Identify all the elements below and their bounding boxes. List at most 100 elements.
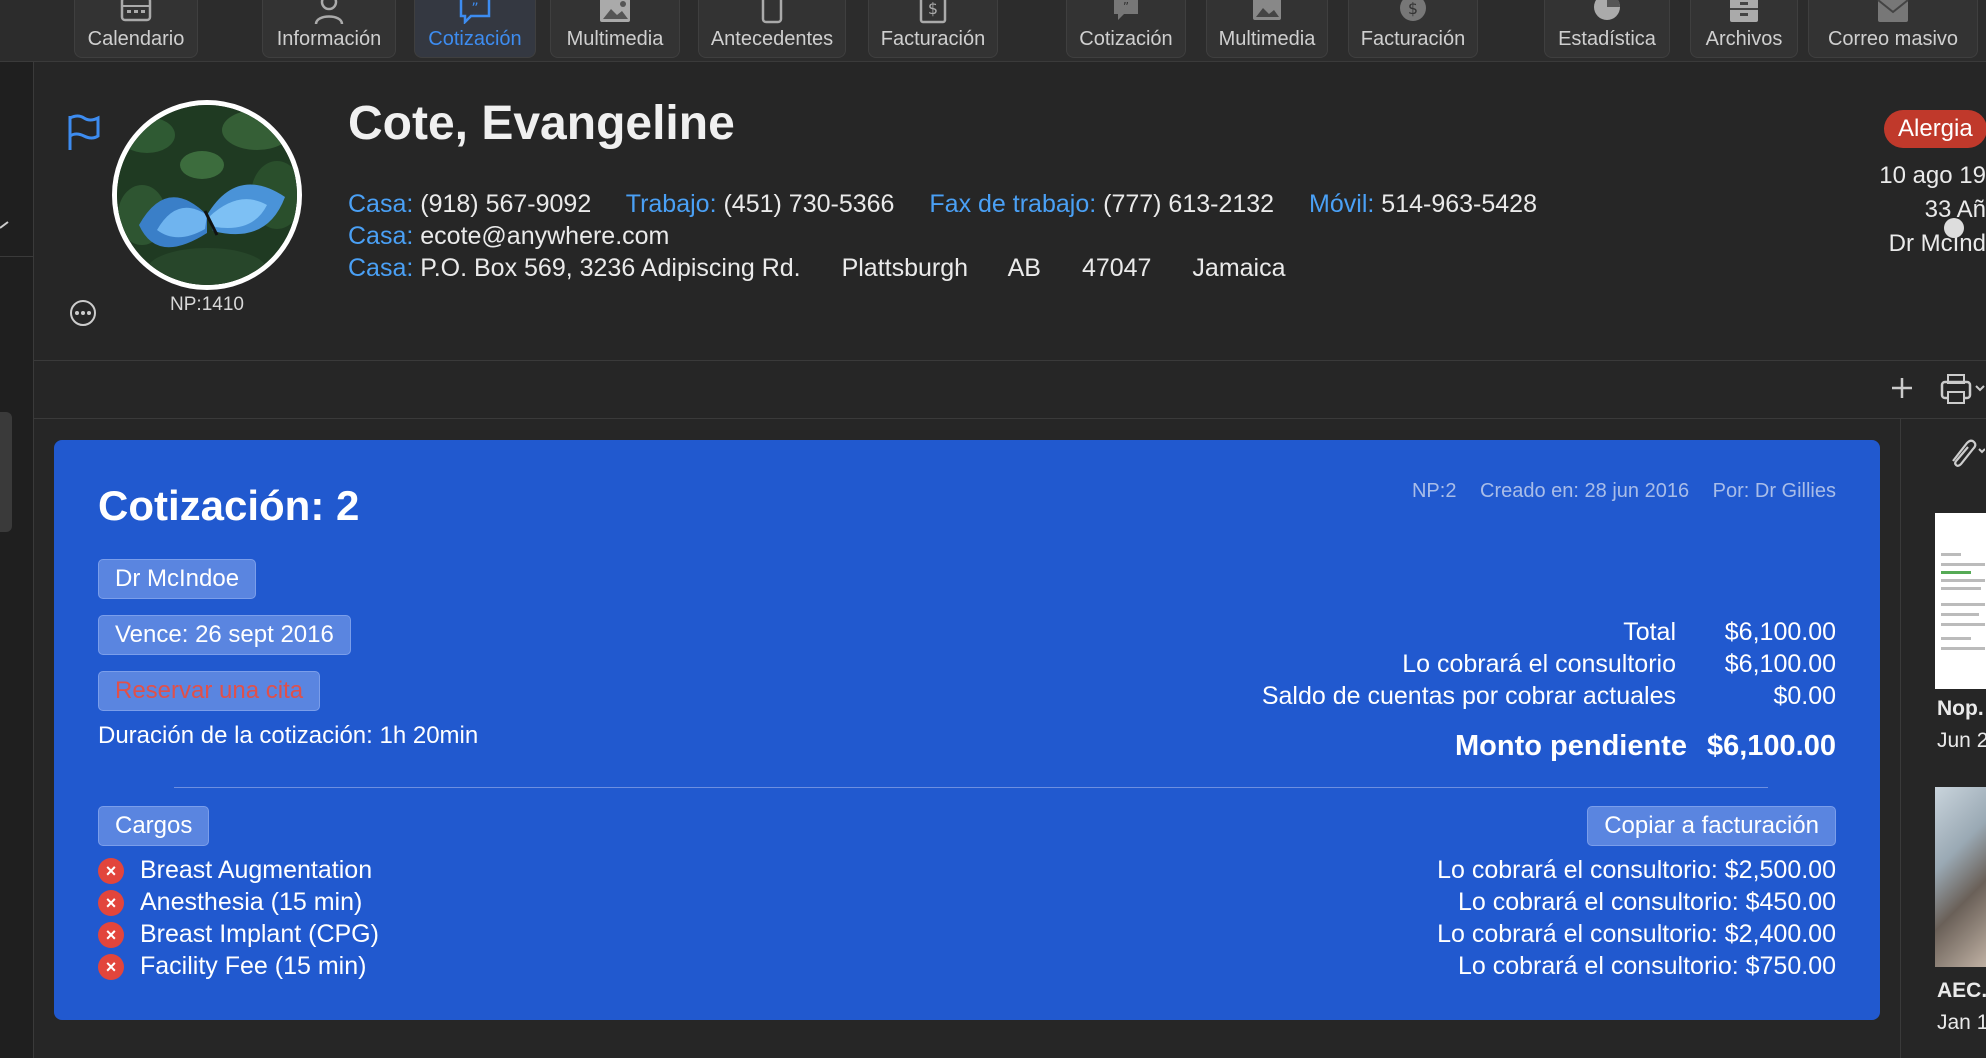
image-icon [600,0,630,22]
person-icon [314,0,344,24]
quote-created: Creado en: 28 jun 2016 [1480,480,1690,502]
pending-amount-value: $6,100.00 [1706,730,1836,762]
butterfly-photo [117,105,297,285]
expires-pill[interactable]: Vence: 26 sept 2016 [98,615,351,655]
address-street: P.O. Box 569, 3236 Adipiscing Rd. [420,254,801,282]
quote-author: Por: Dr Gillies [1712,480,1836,502]
patient-doctor: Dr McInd [1888,230,1986,257]
toolbar-info-button[interactable]: Información [262,0,396,58]
images-icon [1253,0,1281,20]
svg-text:”: ” [471,1,478,17]
toolbar-calendar-button[interactable]: Calendario [74,0,198,58]
total-value: $6,100.00 [1724,618,1836,646]
charge-name: Anesthesia (15 min) [140,888,363,916]
toolbar-quote2-button[interactable]: ” Cotización [1066,0,1186,58]
remove-charge-icon[interactable]: × [98,857,124,884]
more-options-icon[interactable] [68,298,98,328]
work-fax-value[interactable]: (777) 613-2132 [1103,190,1274,218]
tablet-icon [761,0,783,24]
toolbar-label: Información [276,28,382,50]
pie-chart-icon [1594,0,1620,20]
toolbar-label: Archivos [1705,28,1783,50]
status-dot-icon [1944,218,1964,238]
address-row: Casa: P.O. Box 569, 3236 Adipiscing Rd. … [348,254,1286,283]
email-value[interactable]: ecote@anywhere.com [420,222,669,250]
work-phone-value[interactable]: (451) 730-5366 [723,190,894,218]
pending-amount-row: Monto pendiente $6,100.00 [1455,730,1836,763]
toolbar-label: Estadística [1558,28,1656,50]
gutter-divider [0,256,34,257]
attachment-name[interactable]: AEC. [1937,979,1986,1003]
toolbar-divider [34,418,1986,419]
toolbar-files-button[interactable]: Archivos [1690,0,1798,58]
address-country: Jamaica [1192,254,1286,282]
add-icon[interactable] [1888,374,1916,402]
phone-row: Casa: (918) 567-9092 Trabajo: (451) 730-… [348,190,1537,219]
work-phone-label: Trabajo: [625,190,717,218]
address-city: Plattsburgh [841,254,969,282]
patient-np: NP:1410 [170,294,244,315]
main-toolbar: Calendario Información ” Cotización Mult… [0,0,1986,62]
quote-bubble-icon: ” [459,0,491,24]
book-appointment-button[interactable]: Reservar una cita [98,671,321,711]
charge-item: × Facility Fee (15 min) [98,952,366,981]
chevron-left-icon[interactable] [0,212,18,232]
toolbar-media-button[interactable]: Multimedia [550,0,680,58]
attachment-date: Jun 2 [1937,729,1986,752]
printer-icon[interactable] [1938,372,1986,406]
attachments-panel: Nop. Jun 2 AEC. Jan 1 [1900,419,1986,1058]
quote-meta: NP:2 Creado en: 28 jun 2016 Por: Dr Gill… [1394,480,1836,503]
flag-icon[interactable] [64,112,102,152]
home-phone-label: Casa: [348,190,414,218]
toolbar-media2-button[interactable]: Multimedia [1206,0,1328,58]
envelope-icon [1877,0,1909,22]
receivable-balance-value: $0.00 [1773,682,1836,710]
avatar[interactable] [112,100,302,290]
charge-price: Lo cobrará el consultorio: $450.00 [1457,888,1836,916]
paperclip-icon[interactable] [1945,435,1985,469]
archive-icon [1730,0,1758,22]
toolbar-label: Facturación [1360,28,1466,50]
doctor-pill[interactable]: Dr McIndoe [98,559,257,599]
allergy-badge[interactable]: Alergia [1884,110,1986,148]
attachment-name[interactable]: Nop. [1937,697,1984,721]
toolbar-billing2-button[interactable]: $ Facturación [1348,0,1478,58]
office-collect-label: Lo cobrará el consultorio [1402,650,1676,678]
charge-price: Lo cobrará el consultorio: $2,400.00 [1437,920,1836,948]
receivable-balance-row: Saldo de cuentas por cobrar actuales $0.… [1262,682,1836,711]
mobile-value[interactable]: 514-963-5428 [1381,190,1537,218]
attachment-thumbnail[interactable] [1935,787,1986,967]
dollar-circle-icon: $ [1400,0,1426,21]
address-province: AB [1007,254,1041,282]
charge-item: × Anesthesia (15 min) [98,888,362,917]
toolbar-mass-mail-button[interactable]: Correo masivo [1808,0,1978,58]
toolbar-stats-button[interactable]: Estadística [1544,0,1670,58]
toolbar-label: Facturación [880,28,986,50]
toolbar-label: Multimedia [566,28,664,50]
toolbar-billing-button[interactable]: $ Facturación [868,0,998,58]
svg-text:”: ” [1123,0,1129,14]
remove-charge-icon[interactable]: × [98,921,124,948]
calendar-icon [120,0,152,22]
toolbar-quote-button[interactable]: ” Cotización [414,0,536,58]
charge-item: × Breast Implant (CPG) [98,920,379,949]
remove-charge-icon[interactable]: × [98,889,124,916]
quote-bubble-icon: ” [1114,0,1138,20]
toolbar-label: Calendario [87,28,185,50]
quote-np: NP:2 [1411,480,1457,502]
home-phone-value[interactable]: (918) 567-9092 [420,190,591,218]
quote-duration: Duración de la cotización: 1h 20min [98,722,479,749]
toolbar-history-button[interactable]: Antecedentes [698,0,846,58]
dollar-doc-icon: $ [919,0,947,24]
quote-title: Cotización: 2 [98,482,360,529]
remove-charge-icon[interactable]: × [98,953,124,980]
patient-header: NP:1410 Cote, Evangeline Casa: (918) 567… [34,62,1986,362]
charges-pill[interactable]: Cargos [98,806,210,846]
gutter-scrollbar[interactable] [0,412,12,532]
toolbar-label: Correo masivo [1827,28,1959,50]
attachment-thumbnail[interactable] [1935,513,1986,689]
copy-to-billing-button[interactable]: Copiar a facturación [1587,806,1836,846]
office-collect-value: $6,100.00 [1724,650,1836,678]
header-divider [34,360,1986,361]
charge-price: Lo cobrará el consultorio: $750.00 [1457,952,1836,980]
